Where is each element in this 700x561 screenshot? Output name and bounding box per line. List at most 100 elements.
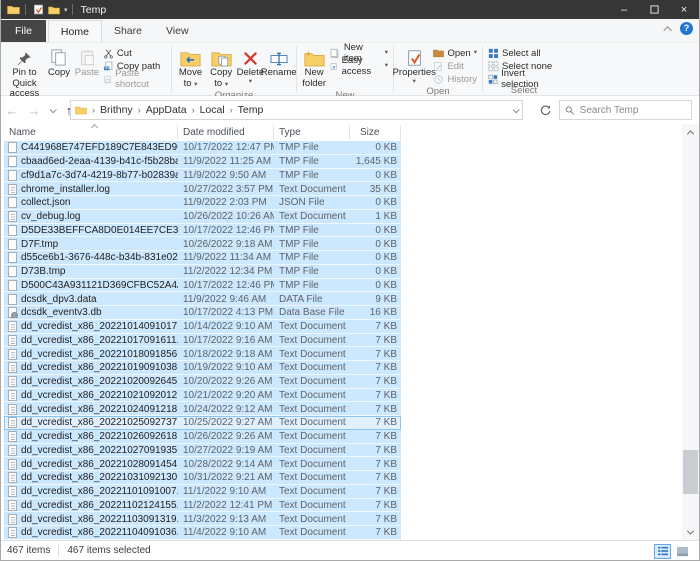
back-button[interactable]: ← <box>1 100 23 120</box>
edit-button[interactable]: Edit <box>431 60 479 72</box>
rename-button[interactable]: Rename <box>264 45 293 80</box>
open-icon <box>433 48 444 58</box>
file-row[interactable]: chrome_installer.log10/27/2022 3:57 PMTe… <box>4 182 401 196</box>
minimize-button[interactable]: – <box>609 0 639 19</box>
file-row[interactable]: d55ce6b1-3676-448c-b34b-831e02ed32d...11… <box>4 251 401 265</box>
breadcrumb-segment[interactable]: Local <box>200 104 225 116</box>
address-bar[interactable]: › Brithny › AppData › Local › Temp <box>70 100 523 120</box>
file-row[interactable]: collect.json11/9/2022 2:03 PMJSON File0 … <box>4 196 401 210</box>
vertical-scrollbar[interactable] <box>682 124 699 541</box>
copy-to-button[interactable]: Copy to ▾ <box>206 45 236 90</box>
recent-locations-button[interactable] <box>45 100 59 120</box>
file-icon <box>8 390 17 401</box>
file-row[interactable]: D7F.tmp10/26/2022 9:18 AMTMP File0 KB <box>4 237 401 251</box>
file-row[interactable]: dd_vcredist_x86_20221017091611.log10/17/… <box>4 334 401 348</box>
tab-home[interactable]: Home <box>48 20 102 42</box>
file-row[interactable]: dd_vcredist_x86_20221102124155.log11/2/2… <box>4 499 401 513</box>
address-dropdown-icon[interactable] <box>513 106 520 113</box>
paste-shortcut-button[interactable]: Paste shortcut <box>101 73 168 85</box>
file-icon <box>8 527 17 538</box>
file-row[interactable]: dd_vcredist_x86_20221014091017.log10/14/… <box>4 320 401 334</box>
select-all-button[interactable]: Select all <box>486 47 562 59</box>
breadcrumb-separator-icon: › <box>138 105 141 115</box>
paste-shortcut-icon <box>103 74 112 85</box>
chevron-down-icon: ▾ <box>225 81 228 88</box>
refresh-button[interactable] <box>535 100 555 120</box>
file-row[interactable]: dd_vcredist_x86_20221018091856.log10/18/… <box>4 347 401 361</box>
file-row[interactable]: cv_debug.log10/26/2022 10:26 AMText Docu… <box>4 210 401 224</box>
new-folder-button[interactable]: New folder <box>300 45 328 90</box>
file-row[interactable]: D5DE33BEFFCA8D0E014EE7CE387BD4756...10/1… <box>4 224 401 238</box>
file-row[interactable]: cbaad6ed-2eaa-4139-b41c-f5b28baad666...1… <box>4 155 401 169</box>
file-row[interactable]: D500C43A931121D369CFBC52A4A7A6603...10/1… <box>4 279 401 293</box>
file-row[interactable]: dd_vcredist_x86_20221101091007.log11/1/2… <box>4 485 401 499</box>
file-row[interactable]: dd_vcredist_x86_20221031092130.log10/31/… <box>4 471 401 485</box>
column-header-type[interactable]: Type <box>274 125 350 140</box>
tab-share[interactable]: Share <box>102 20 154 42</box>
file-date-modified: 10/21/2022 9:20 AM <box>178 390 274 401</box>
scrollbar-thumb[interactable] <box>683 450 698 494</box>
breadcrumb-segment[interactable]: Temp <box>238 104 264 116</box>
details-view-button[interactable] <box>654 544 671 559</box>
titlebar-divider <box>72 4 73 15</box>
file-row[interactable]: D73B.tmp11/2/2022 12:34 PMTMP File0 KB <box>4 265 401 279</box>
file-row[interactable]: dd_vcredist_x86_20221019091038.log10/19/… <box>4 361 401 375</box>
file-size: 7 KB <box>350 472 401 483</box>
file-row[interactable]: dcsdk_eventv3.db10/17/2022 4:13 PMData B… <box>4 306 401 320</box>
delete-button[interactable]: Delete ▾ <box>236 45 264 86</box>
qat-customize-chevron-icon[interactable]: ▾ <box>64 6 68 14</box>
search-input[interactable] <box>580 105 686 116</box>
scroll-down-button[interactable] <box>682 524 699 541</box>
history-button[interactable]: History <box>431 73 479 85</box>
file-date-modified: 11/4/2022 9:10 AM <box>178 527 274 538</box>
large-icons-view-button[interactable] <box>674 544 691 559</box>
file-row[interactable]: dd_vcredist_x86_20221021092012.log10/21/… <box>4 389 401 403</box>
easy-access-button[interactable]: Easy access ▾ <box>328 60 390 72</box>
breadcrumb-segment[interactable]: AppData <box>146 104 187 116</box>
file-date-modified: 10/25/2022 9:27 AM <box>178 417 274 428</box>
file-row[interactable]: dcsdk_dpv3.data11/9/2022 9:46 AMDATA Fil… <box>4 292 401 306</box>
column-header-size[interactable]: Size <box>350 125 401 140</box>
qat-new-folder-button[interactable] <box>46 2 62 18</box>
file-icon <box>8 294 17 305</box>
properties-button[interactable]: Properties ▾ <box>397 45 431 86</box>
file-row[interactable]: cf9d1a7c-3d74-4219-8b77-b02839a26296...1… <box>4 169 401 183</box>
file-row[interactable]: dd_vcredist_x86_20221028091454.log10/28/… <box>4 457 401 471</box>
cut-button[interactable]: Cut <box>101 47 168 59</box>
invert-selection-button[interactable]: Invert selection <box>486 73 562 85</box>
help-icon[interactable]: ? <box>680 22 693 35</box>
scroll-up-button[interactable] <box>682 124 699 141</box>
forward-button[interactable]: → <box>23 100 45 120</box>
pin-to-quick-access-button[interactable]: Pin to Quick access <box>4 45 45 101</box>
file-list: C441968E747EFD189C7E843ED9C5A453C...10/1… <box>4 141 401 540</box>
close-button[interactable]: × <box>669 0 699 19</box>
open-button[interactable]: Open ▾ <box>431 47 479 59</box>
paste-button[interactable]: Paste <box>73 45 101 80</box>
copy-button[interactable]: Copy <box>45 45 73 80</box>
breadcrumb-segment[interactable]: Brithny <box>100 104 133 116</box>
file-row[interactable]: dd_vcredist_x86_20221025092737.log10/25/… <box>4 416 401 430</box>
file-row[interactable]: dd_vcredist_x86_20221020092645.log10/20/… <box>4 375 401 389</box>
file-row[interactable]: dd_vcredist_x86_20221024091218.log10/24/… <box>4 402 401 416</box>
file-row[interactable]: C441968E747EFD189C7E843ED9C5A453C...10/1… <box>4 141 401 155</box>
file-row[interactable]: dd_vcredist_x86_20221027091935.log10/27/… <box>4 444 401 458</box>
file-row[interactable]: dd_vcredist_x86_20221104091036.log11/4/2… <box>4 526 401 540</box>
file-size: 7 KB <box>350 404 401 415</box>
column-header-name[interactable]: Name <box>4 125 178 140</box>
invert-selection-icon <box>488 74 498 85</box>
file-size: 1,645 KB <box>350 156 401 167</box>
file-row[interactable]: dd_vcredist_x86_20221103091319.log11/3/2… <box>4 512 401 526</box>
tab-file[interactable]: File <box>1 20 46 42</box>
qat-properties-button[interactable] <box>30 2 46 18</box>
file-row[interactable]: dd_vcredist_x86_20221026092618.log10/26/… <box>4 430 401 444</box>
move-to-button[interactable]: Move to ▾ <box>175 45 206 90</box>
ribbon-group-new: New folder New item ▾ Easy access ▾ New <box>297 43 393 95</box>
file-icon <box>8 362 17 373</box>
file-type: TMP File <box>274 170 350 181</box>
file-icon <box>8 197 17 208</box>
file-size: 7 KB <box>350 445 401 456</box>
file-type: Text Document <box>274 500 350 511</box>
column-header-date-modified[interactable]: Date modified <box>178 125 274 140</box>
maximize-button[interactable] <box>639 0 669 19</box>
tab-view[interactable]: View <box>154 20 201 42</box>
